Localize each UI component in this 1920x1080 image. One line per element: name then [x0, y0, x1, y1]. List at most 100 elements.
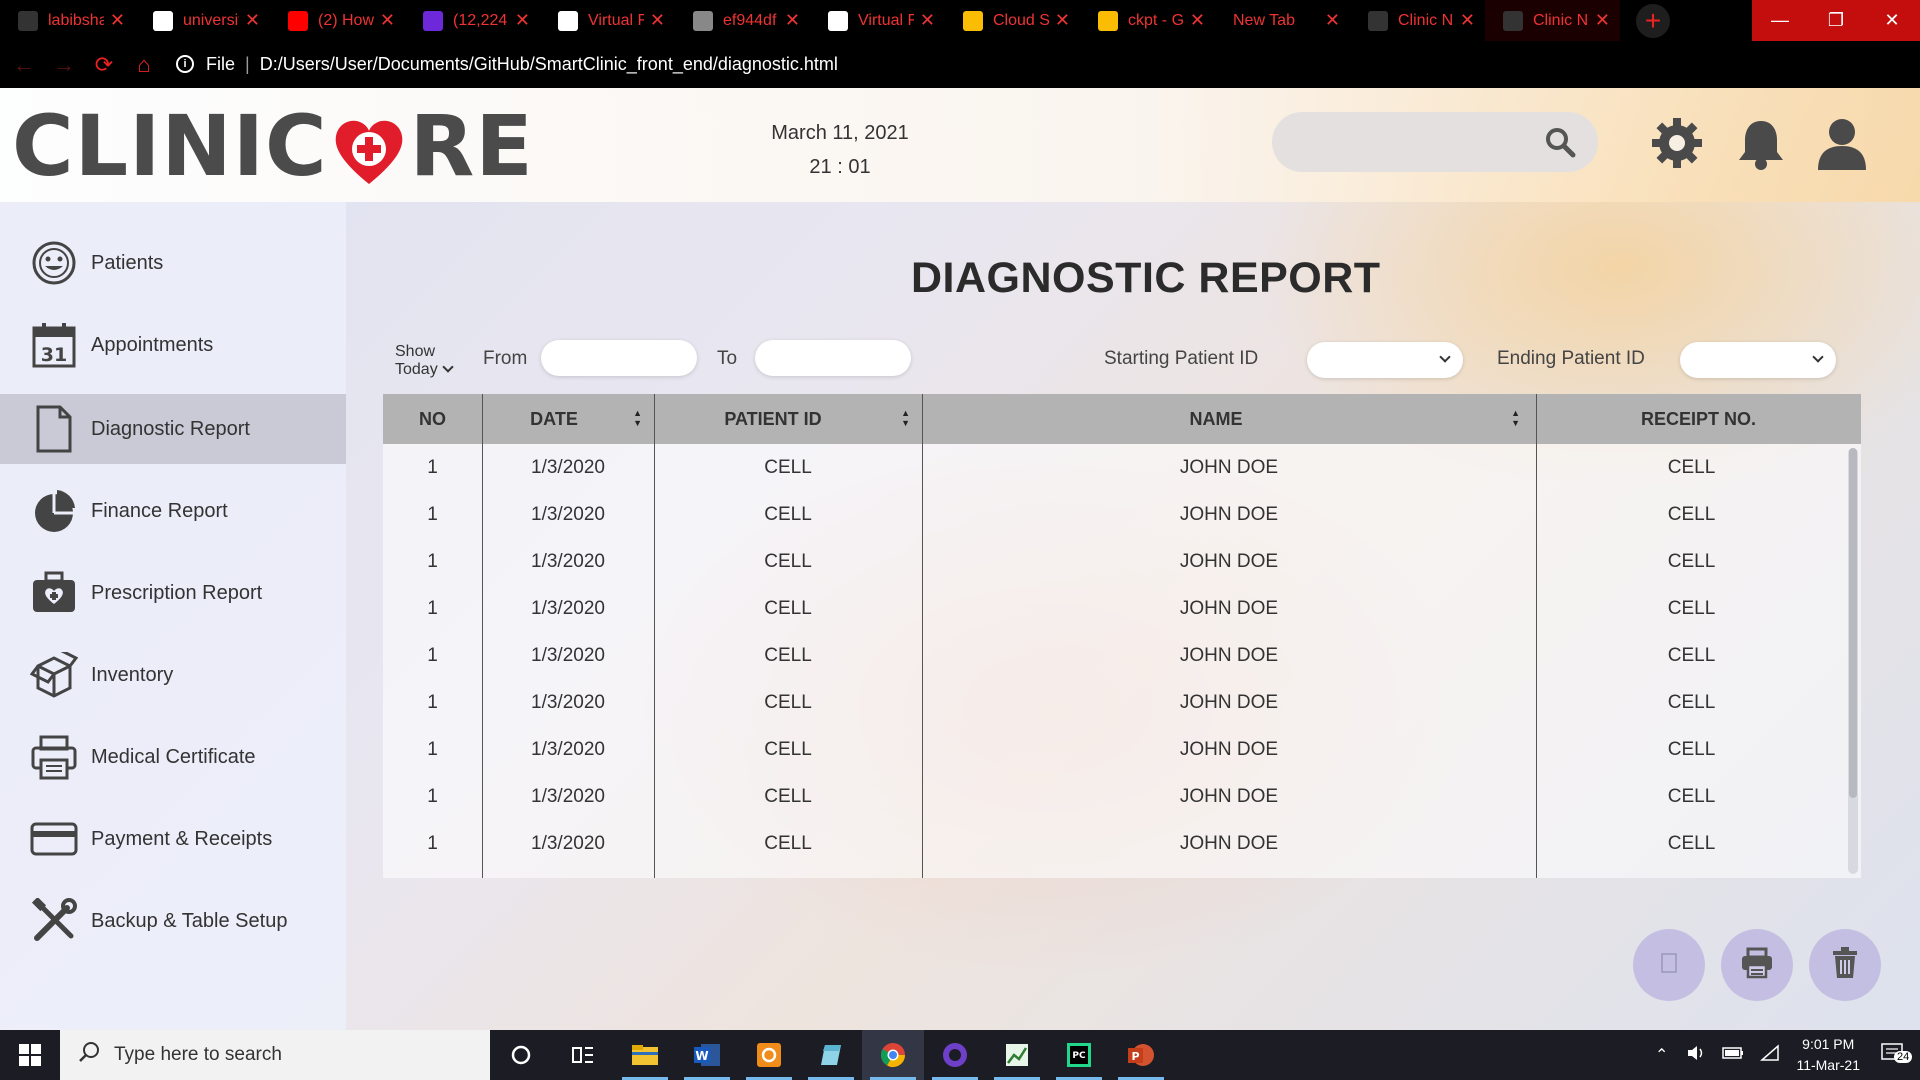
new-report-button[interactable] [1633, 929, 1705, 1001]
tab-title: ckpt - G [1128, 11, 1184, 29]
table-row[interactable]: 1 1/3/2020 CELL JOHN DOE CELL [383, 585, 1861, 632]
info-icon[interactable]: i [176, 55, 194, 73]
browser-tab[interactable]: New Tab ✕ [1215, 0, 1350, 41]
bell-icon[interactable] [1736, 118, 1786, 175]
close-tab-icon[interactable]: ✕ [920, 10, 935, 31]
notification-center-icon[interactable]: 24 [1880, 1041, 1913, 1070]
table-scrollbar[interactable] [1848, 448, 1858, 874]
close-tab-icon[interactable]: ✕ [380, 10, 395, 31]
sidebar-item-label: Prescription Report [91, 581, 263, 604]
restore-button[interactable]: ❐ [1808, 0, 1864, 41]
delete-button[interactable] [1809, 929, 1881, 1001]
from-date-input[interactable] [541, 340, 697, 376]
starting-patient-id-select[interactable] [1307, 342, 1463, 378]
task-view-icon[interactable] [552, 1030, 614, 1080]
forward-button[interactable]: → [44, 45, 84, 85]
column-header-name[interactable]: NAME ▲ ▼ [922, 394, 1536, 444]
chrome-icon[interactable] [862, 1030, 924, 1080]
browser-tab[interactable]: ef944df ✕ [675, 0, 810, 41]
table-row[interactable]: 1 1/3/2020 CELL JOHN DOE CELL [383, 538, 1861, 585]
browser-tab[interactable]: Clinic N ✕ [1350, 0, 1485, 41]
home-button[interactable]: ⌂ [124, 45, 164, 85]
excel-chart-icon[interactable] [986, 1030, 1048, 1080]
chevron-up-icon[interactable]: ⌃ [1655, 1045, 1668, 1065]
table-row[interactable]: 1 1/3/2020 CELL JOHN DOE CELL [383, 491, 1861, 538]
table-row[interactable]: 1 1/3/2020 CELL JOHN DOE CELL [383, 444, 1861, 491]
taskbar-search-input[interactable]: Type here to search [60, 1030, 490, 1080]
sort-arrows-icon[interactable]: ▲ ▼ [901, 408, 910, 428]
close-tab-icon[interactable]: ✕ [515, 10, 530, 31]
wifi-icon[interactable] [1760, 1043, 1780, 1067]
search-icon[interactable] [1544, 126, 1576, 163]
cortana-icon[interactable] [490, 1030, 552, 1080]
taskbar-clock[interactable]: 9:01 PM 11-Mar-21 [1796, 1034, 1860, 1076]
table-row[interactable]: 1 1/3/2020 CELL JOHN DOE CELL [383, 632, 1861, 679]
close-tab-icon[interactable]: ✕ [1055, 10, 1070, 31]
clinic-logo[interactable]: CLINIC RE [12, 97, 534, 195]
browser-tab[interactable]: Virtual F ✕ [540, 0, 675, 41]
table-row[interactable]: 1 1/3/2020 CELL JOHN DOE CELL [383, 726, 1861, 773]
back-button[interactable]: ← [4, 45, 44, 85]
word-icon[interactable]: W [676, 1030, 738, 1080]
to-date-input[interactable] [755, 340, 911, 376]
battery-icon[interactable] [1722, 1046, 1744, 1065]
sidebar-item-prescription-report[interactable]: Prescription Report [0, 558, 346, 628]
column-header-receipt-no[interactable]: RECEIPT NO. [1536, 394, 1861, 444]
sidebar-item-payment-receipts[interactable]: Payment & Receipts [0, 804, 346, 874]
close-tab-icon[interactable]: ✕ [245, 10, 260, 31]
start-button[interactable] [0, 1030, 60, 1080]
close-tab-icon[interactable]: ✕ [1595, 10, 1610, 31]
file-explorer-icon[interactable] [614, 1030, 676, 1080]
close-tab-icon[interactable]: ✕ [1460, 10, 1475, 31]
sidebar-item-medical-certificate[interactable]: Medical Certificate [0, 722, 346, 792]
address-bar[interactable]: i File | D:/Users/User/Documents/GitHub/… [176, 47, 1606, 81]
minimize-button[interactable]: — [1752, 0, 1808, 41]
browser-tab[interactable]: Cloud St ✕ [945, 0, 1080, 41]
notepad-icon[interactable] [800, 1030, 862, 1080]
gear-icon[interactable] [1650, 116, 1704, 175]
scrollbar-thumb[interactable] [1849, 448, 1857, 798]
cell-patient-id: CELL [764, 738, 812, 760]
powerpoint-icon[interactable]: P [1110, 1030, 1172, 1080]
search-input[interactable] [1272, 112, 1598, 172]
table-row[interactable]: 1 1/3/2020 CELL JOHN DOE CELL [383, 820, 1861, 867]
reload-button[interactable]: ⟳ [84, 45, 124, 85]
sidebar-item-patients[interactable]: Patients [0, 228, 346, 298]
browser-tab[interactable]: ckpt - G ✕ [1080, 0, 1215, 41]
ppt-maker-icon[interactable] [738, 1030, 800, 1080]
close-tab-icon[interactable]: ✕ [1325, 10, 1340, 31]
table-row[interactable]: 1 1/3/2020 CELL JOHN DOE CELL [383, 679, 1861, 726]
print-button[interactable] [1721, 929, 1793, 1001]
close-tab-icon[interactable]: ✕ [110, 10, 125, 31]
close-window-button[interactable]: ✕ [1864, 0, 1920, 41]
cell-no: 1 [427, 832, 438, 854]
browser-tab[interactable]: (12,224 ✕ [405, 0, 540, 41]
column-header-no[interactable]: NO [383, 394, 482, 444]
sidebar-item-diagnostic-report[interactable]: Diagnostic Report [0, 394, 346, 464]
browser-tab[interactable]: universit ✕ [135, 0, 270, 41]
browser-tab[interactable]: labibsha ✕ [0, 0, 135, 41]
pycharm-icon[interactable]: PC [1048, 1030, 1110, 1080]
column-header-date[interactable]: DATE ▲ ▼ [482, 394, 654, 444]
new-tab-button[interactable]: + [1636, 3, 1670, 38]
close-tab-icon[interactable]: ✕ [650, 10, 665, 31]
github-desktop-icon[interactable] [924, 1030, 986, 1080]
browser-tab[interactable]: Clinic N ✕ [1485, 0, 1620, 41]
column-header-patient-id[interactable]: PATIENT ID ▲ ▼ [654, 394, 922, 444]
browser-tab[interactable]: (2) How ✕ [270, 0, 405, 41]
sort-arrows-icon[interactable]: ▲ ▼ [633, 408, 642, 428]
sidebar-item-appointments[interactable]: 31 Appointments [0, 310, 346, 380]
close-tab-icon[interactable]: ✕ [785, 10, 800, 31]
table-row[interactable]: 1 1/3/2020 CELL JOHN DOE CELL [383, 773, 1861, 820]
volume-icon[interactable] [1686, 1044, 1706, 1067]
browser-tab[interactable]: Virtual F ✕ [810, 0, 945, 41]
show-today-dropdown[interactable]: Show Today [395, 343, 454, 379]
mail-icon [423, 10, 443, 31]
sidebar-item-inventory[interactable]: Inventory [0, 640, 346, 710]
ending-patient-id-select[interactable] [1680, 342, 1836, 378]
sidebar-item-backup-table-setup[interactable]: Backup & Table Setup [0, 886, 346, 956]
sidebar-item-finance-report[interactable]: Finance Report [0, 476, 346, 546]
user-avatar-icon[interactable] [1816, 116, 1868, 175]
sort-arrows-icon[interactable]: ▲ ▼ [1511, 408, 1520, 428]
close-tab-icon[interactable]: ✕ [1190, 10, 1205, 31]
